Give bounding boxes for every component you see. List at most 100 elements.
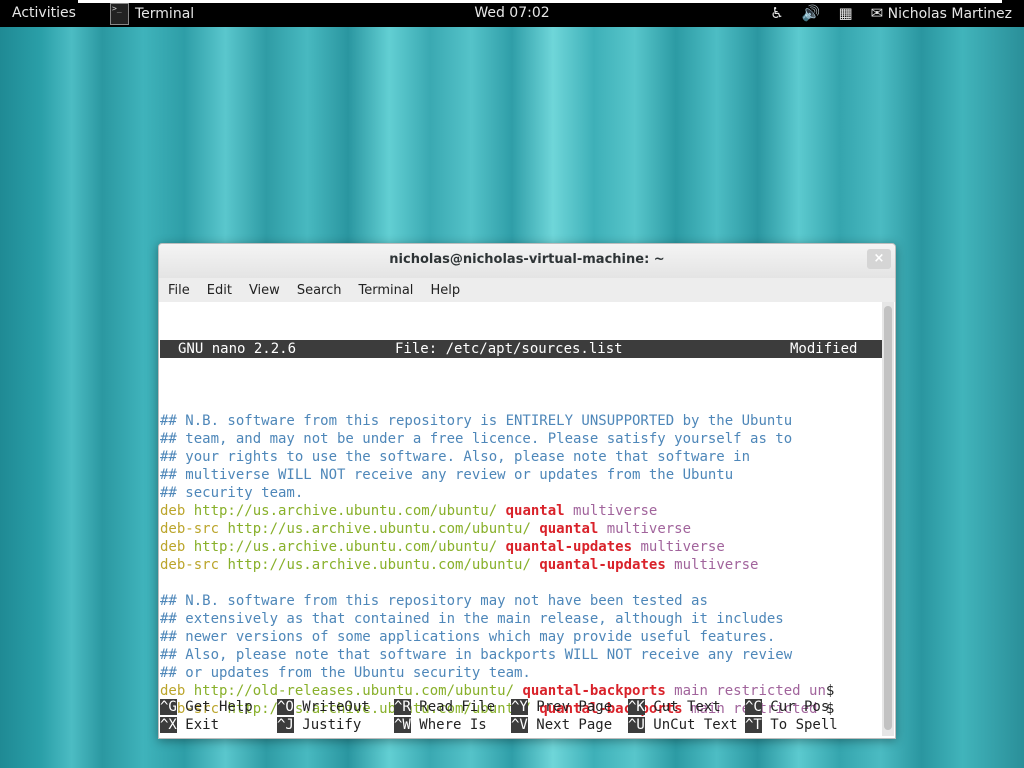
buffer-line: ## newer versions of some applications w…	[160, 628, 882, 646]
shortcut-key: ^T	[745, 717, 762, 733]
shortcut-key: ^O	[277, 699, 294, 715]
menu-file[interactable]: File	[168, 283, 190, 298]
line-segment: quantal-updates	[539, 557, 666, 573]
shortcut-label: To Spell	[761, 717, 838, 733]
menu-bar: File Edit View Search Terminal Help	[159, 278, 895, 302]
menu-search[interactable]: Search	[297, 283, 342, 298]
shortcut-key: ^U	[628, 717, 645, 733]
shortcut-key: ^G	[160, 699, 177, 715]
window-titlebar[interactable]: nicholas@nicholas-virtual-machine: ~ ×	[159, 244, 895, 278]
scrollbar-thumb[interactable]	[884, 306, 892, 730]
line-segment: multiverse	[564, 503, 658, 519]
shortcut-label: Prev Page	[527, 699, 613, 715]
line-segment: quantal-updates	[505, 539, 633, 555]
shortcut-label: Next Page	[527, 717, 613, 733]
line-segment: multiverse	[632, 539, 725, 555]
buffer-line	[160, 574, 882, 592]
line-segment: deb-src	[160, 557, 228, 573]
shortcut-key: ^C	[745, 699, 762, 715]
menu-view[interactable]: View	[249, 283, 280, 298]
nano-shortcuts: ^G Get Help ^O WriteOut ^R Read File ^Y Pre…	[160, 698, 882, 734]
menu-edit[interactable]: Edit	[207, 283, 232, 298]
buffer-line: ## or updates from the Ubuntu security t…	[160, 664, 882, 682]
shortcut-label: WriteOut	[293, 699, 370, 715]
buffer-line	[160, 394, 882, 412]
nano-status: Modified	[790, 341, 858, 357]
line-segment: quantal	[539, 521, 599, 537]
line-segment: http://us.archive.ubuntu.com/ubuntu/	[227, 521, 540, 537]
close-icon: ×	[873, 251, 885, 266]
line-segment: ## extensively as that contained in the …	[160, 611, 784, 627]
shortcut-label: Cut Text	[644, 699, 721, 715]
shortcut-item: ^K Cut Text	[628, 698, 721, 716]
buffer-line: deb-src http://us.archive.ubuntu.com/ubu…	[160, 520, 882, 538]
line-segment: ## or updates from the Ubuntu security t…	[160, 665, 531, 681]
line-segment: main restricted un	[665, 683, 826, 699]
buffer-line: ## N.B. software from this repository is…	[160, 412, 882, 430]
shortcut-item: ^W Where Is	[394, 716, 487, 734]
line-segment: ## multiverse WILL NOT receive any revie…	[160, 467, 734, 483]
line-segment: deb	[160, 503, 194, 519]
buffer-line: ## N.B. software from this repository ma…	[160, 592, 882, 610]
shortcut-key: ^J	[277, 717, 294, 733]
nano-buffer[interactable]: ## N.B. software from this repository is…	[160, 394, 882, 736]
shortcut-item: ^C Cur Pos	[745, 698, 829, 716]
terminal-content[interactable]: GNU nano 2.2.6 File: /etc/apt/sources.li…	[160, 302, 882, 736]
user-name: Nicholas Martinez	[887, 6, 1012, 22]
line-segment: http://us.archive.ubuntu.com/ubuntu/	[193, 503, 506, 519]
shortcut-item: ^X Exit	[160, 716, 219, 734]
network-icon[interactable]: ▦	[838, 4, 852, 22]
shortcut-label: Cur Pos	[761, 699, 830, 715]
line-segment: ## security team.	[160, 485, 304, 501]
user-status-icon: ✉	[870, 4, 884, 22]
shortcut-label: UnCut Text	[644, 717, 738, 733]
line-segment: ## Also, please note that software in ba…	[160, 647, 793, 663]
shortcut-item: ^Y Prev Page	[511, 698, 612, 716]
terminal-window: nicholas@nicholas-virtual-machine: ~ × F…	[158, 243, 896, 739]
line-segment: deb	[160, 539, 194, 555]
buffer-line: ## team, and may not be under a free lic…	[160, 430, 882, 448]
shortcut-item: ^V Next Page	[511, 716, 612, 734]
buffer-line: ## your rights to use the software. Also…	[160, 448, 882, 466]
window-title: nicholas@nicholas-virtual-machine: ~	[389, 252, 665, 267]
shortcut-item: ^U UnCut Text	[628, 716, 738, 734]
line-segment: $	[825, 683, 835, 699]
line-segment: ## newer versions of some applications w…	[160, 629, 776, 645]
nano-header: GNU nano 2.2.6 File: /etc/apt/sources.li…	[160, 340, 882, 358]
shortcut-label: Where Is	[410, 717, 487, 733]
shortcut-row: ^G Get Help ^O WriteOut ^R Read File ^Y Pre…	[160, 698, 882, 716]
shortcut-label: Get Help	[176, 699, 253, 715]
buffer-line: ## security team.	[160, 484, 882, 502]
shortcut-item: ^T To Spell	[745, 716, 838, 734]
menu-help[interactable]: Help	[430, 283, 460, 298]
shortcut-key: ^R	[394, 699, 411, 715]
line-segment: ## N.B. software from this repository is…	[160, 413, 793, 429]
line-segment: multiverse	[598, 521, 692, 537]
buffer-line: ## extensively as that contained in the …	[160, 610, 882, 628]
panel-highlight	[78, 0, 1002, 3]
menu-terminal[interactable]: Terminal	[358, 283, 413, 298]
shortcut-key: ^W	[394, 717, 411, 733]
nano-version: GNU nano 2.2.6	[178, 341, 297, 357]
shortcut-key: ^V	[511, 717, 528, 733]
buffer-line: deb http://us.archive.ubuntu.com/ubuntu/…	[160, 502, 882, 520]
buffer-line: ## multiverse WILL NOT receive any revie…	[160, 466, 882, 484]
close-button[interactable]: ×	[867, 249, 891, 269]
volume-icon[interactable]: 🔊	[802, 4, 821, 22]
line-segment: quantal-backports	[522, 683, 666, 699]
line-segment: multiverse	[665, 557, 759, 573]
shortcut-label: Exit	[176, 717, 220, 733]
status-area: ♿ 🔊 ▦ ✉ Nicholas Martinez	[770, 4, 1012, 22]
line-segment: http://us.archive.ubuntu.com/ubuntu/	[227, 557, 540, 573]
shortcut-key: ^Y	[511, 699, 528, 715]
buffer-line: ## Also, please note that software in ba…	[160, 646, 882, 664]
shortcut-item: ^J Justify	[277, 716, 361, 734]
shortcut-label: Read File	[410, 699, 496, 715]
line-segment: http://old-releases.ubuntu.com/ubuntu/	[193, 683, 523, 699]
scrollbar[interactable]	[882, 302, 894, 736]
accessibility-icon[interactable]: ♿	[770, 4, 783, 22]
shortcut-item: ^R Read File	[394, 698, 495, 716]
line-segment: http://us.archive.ubuntu.com/ubuntu/	[193, 539, 506, 555]
user-menu[interactable]: ✉ Nicholas Martinez	[871, 4, 1012, 22]
line-segment: ## N.B. software from this repository ma…	[160, 593, 708, 609]
